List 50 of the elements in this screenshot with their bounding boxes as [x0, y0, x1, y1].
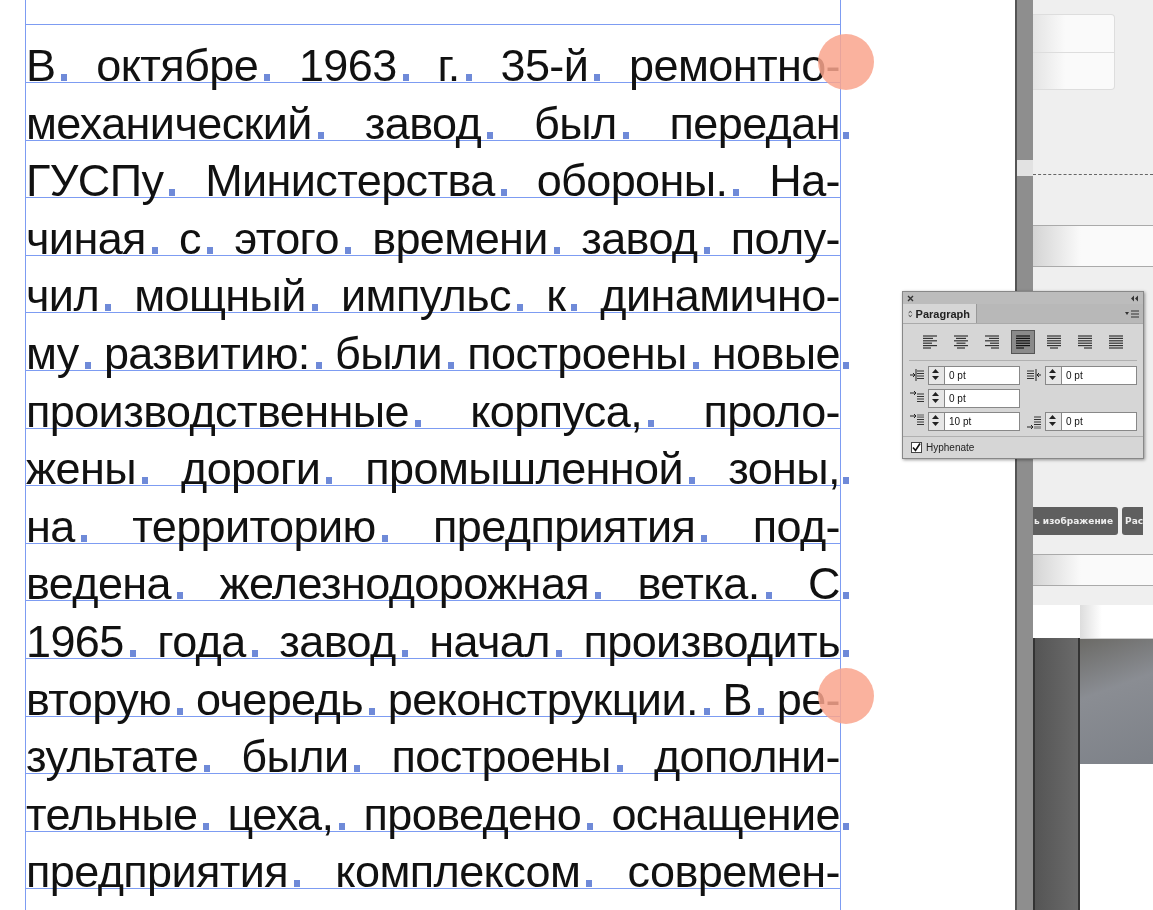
web-button[interactable]: Рас [1122, 507, 1144, 535]
indent-icon [1026, 413, 1042, 430]
text-line: на территорию предприятия под- [26, 497, 850, 556]
spinner-arrows-icon [1046, 413, 1059, 428]
text-line: тельные цеха, проведено оснащение [26, 785, 850, 844]
align-icon [1014, 333, 1032, 351]
web-button[interactable]: ь изображение [1033, 507, 1119, 535]
scroll-thumb[interactable] [1017, 160, 1033, 176]
align-icon [1107, 333, 1125, 351]
text-line: чил мощный импульс к динамично- [26, 267, 850, 325]
text-line: му развитию: были построены новые [26, 324, 850, 383]
align-button[interactable] [1011, 330, 1035, 354]
spinner-button[interactable] [928, 412, 945, 431]
text-line: механический завод был передан [26, 94, 850, 153]
indent-icon [1026, 367, 1042, 384]
value-input[interactable]: 0 pt [1062, 412, 1137, 431]
align-icon [921, 333, 939, 351]
value-input[interactable]: 0 pt [1062, 366, 1137, 385]
panel-tab[interactable]: Paragraph [903, 304, 977, 323]
close-icon[interactable] [907, 294, 914, 302]
align-icon [952, 333, 970, 351]
value-input[interactable]: 10 pt [945, 412, 1020, 431]
text-line: ведена железнодорожная ветка. С [26, 555, 850, 613]
align-icon [983, 333, 1001, 351]
text-line: зультате были построены дополни- [26, 728, 850, 786]
value-input[interactable]: 0 pt [945, 366, 1020, 385]
checkmark-icon [912, 443, 921, 452]
spinner-button[interactable] [1045, 412, 1062, 431]
spinner-arrows-icon [929, 390, 942, 405]
spinner-arrows-icon [929, 413, 942, 428]
value-input[interactable]: 0 pt [945, 389, 1020, 408]
spinner-arrows-icon [929, 367, 942, 382]
spinner-button[interactable] [1045, 366, 1062, 385]
spinner-button[interactable] [928, 389, 945, 408]
updown-icon [908, 308, 913, 319]
align-icon [1076, 333, 1094, 351]
text-line: 1965 года завод начал производить [26, 612, 850, 671]
spinner-button[interactable] [928, 366, 945, 385]
panel-menu-icon[interactable] [1125, 309, 1139, 318]
collapse-icon[interactable] [1130, 294, 1139, 302]
panel-title: Paragraph [915, 307, 970, 320]
text-line: предприятия комплексом современ- [26, 843, 850, 901]
hyphenate-checkbox[interactable]: Hyphenate [903, 437, 1143, 458]
text-line: чиная с этого времени завод полу- [26, 209, 850, 268]
align-icon [1045, 333, 1063, 351]
indent-icon [909, 367, 925, 384]
text-line: ГУСПу Министерства обороны. На- [26, 152, 850, 210]
spinner-arrows-icon [1046, 367, 1059, 382]
text-line: производственные корпуса, проло- [26, 382, 850, 441]
text-line: жены дороги промышленной зоны, [26, 440, 850, 498]
